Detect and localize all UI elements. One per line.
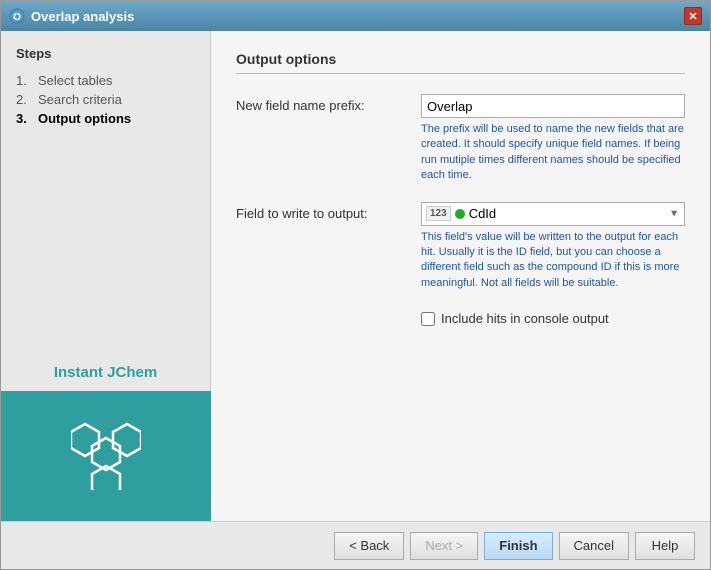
field-output-hint: This field's value will be written to th… bbox=[421, 230, 685, 292]
step-1-num: 1. bbox=[16, 73, 34, 88]
step-2: 2. Search criteria bbox=[16, 90, 195, 109]
field-prefix-hint: The prefix will be used to name the new … bbox=[421, 122, 685, 184]
field-badge: 123 bbox=[426, 206, 451, 221]
dialog-icon: O bbox=[9, 8, 25, 24]
field-prefix-row: New field name prefix: The prefix will b… bbox=[236, 94, 685, 184]
content-area: Steps 1. Select tables 2. Search criteri… bbox=[1, 31, 710, 521]
step-1-label: Select tables bbox=[38, 73, 112, 88]
step-3-num: 3. bbox=[16, 111, 34, 126]
brand-icon-container bbox=[1, 391, 211, 521]
brand-area: Instant JChem bbox=[16, 364, 195, 506]
field-output-select-container: 123 CdId ▼ bbox=[421, 202, 685, 226]
step-2-num: 2. bbox=[16, 92, 34, 107]
back-button[interactable]: < Back bbox=[334, 532, 404, 560]
hex-icon bbox=[71, 420, 141, 493]
dialog-title: Overlap analysis bbox=[31, 9, 134, 24]
field-prefix-field: The prefix will be used to name the new … bbox=[421, 94, 685, 184]
checkbox-row: Include hits in console output bbox=[421, 311, 685, 326]
sidebar: Steps 1. Select tables 2. Search criteri… bbox=[1, 31, 211, 521]
step-1: 1. Select tables bbox=[16, 71, 195, 90]
steps-list: 1. Select tables 2. Search criteria 3. O… bbox=[16, 71, 195, 128]
main-content: Output options New field name prefix: Th… bbox=[211, 31, 710, 521]
help-button[interactable]: Help bbox=[635, 532, 695, 560]
step-3-label: Output options bbox=[38, 111, 131, 126]
dropdown-arrow-icon: ▼ bbox=[669, 208, 679, 219]
console-output-checkbox[interactable] bbox=[421, 312, 435, 326]
brand-name: Instant JChem bbox=[54, 364, 157, 381]
cancel-button[interactable]: Cancel bbox=[559, 532, 629, 560]
section-title: Output options bbox=[236, 51, 685, 74]
field-output-select[interactable]: 123 CdId ▼ bbox=[421, 202, 685, 226]
footer: < Back Next > Finish Cancel Help bbox=[1, 521, 710, 569]
step-2-label: Search criteria bbox=[38, 92, 122, 107]
field-output-value: CdId bbox=[469, 206, 680, 221]
next-button[interactable]: Next > bbox=[410, 532, 478, 560]
step-3: 3. Output options bbox=[16, 109, 195, 128]
field-output-row: Field to write to output: 123 CdId ▼ Thi… bbox=[236, 202, 685, 292]
field-output-field: 123 CdId ▼ This field's value will be wr… bbox=[421, 202, 685, 292]
field-prefix-input[interactable] bbox=[421, 94, 685, 118]
field-output-label: Field to write to output: bbox=[236, 202, 421, 221]
field-prefix-label: New field name prefix: bbox=[236, 94, 421, 113]
svg-text:O: O bbox=[13, 12, 21, 23]
title-bar: O Overlap analysis ✕ bbox=[1, 1, 710, 31]
title-bar-left: O Overlap analysis bbox=[9, 8, 134, 24]
green-dot-icon bbox=[455, 209, 465, 219]
finish-button[interactable]: Finish bbox=[484, 532, 552, 560]
checkbox-label[interactable]: Include hits in console output bbox=[441, 311, 609, 326]
steps-title: Steps bbox=[16, 46, 195, 61]
close-button[interactable]: ✕ bbox=[684, 7, 702, 25]
dialog-container: O Overlap analysis ✕ Steps 1. Select tab… bbox=[0, 0, 711, 570]
